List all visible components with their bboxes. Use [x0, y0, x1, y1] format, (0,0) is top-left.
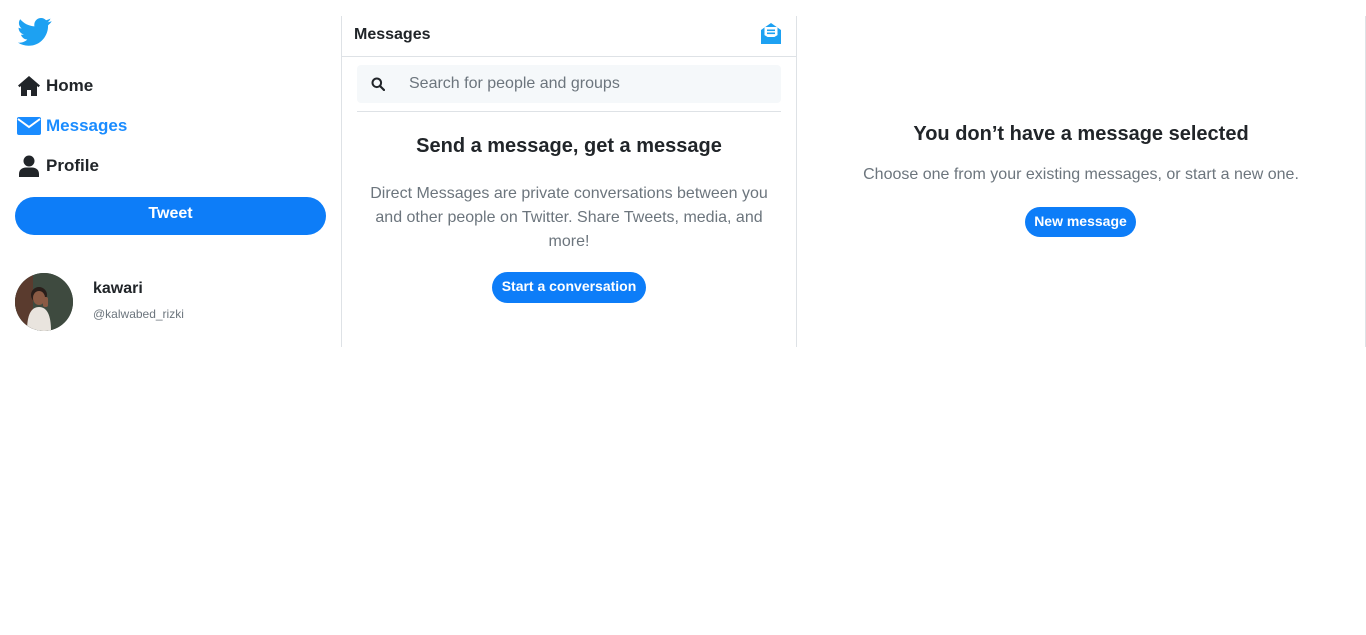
app: Home Messages Profile Tweet kawari @kalw…	[0, 0, 1366, 635]
search-icon	[371, 77, 386, 92]
messages-panel: Messages Send a message, g	[341, 16, 797, 347]
search-box[interactable]	[357, 65, 781, 103]
sidebar-item-profile[interactable]: Profile	[17, 152, 99, 180]
sidebar-item-home[interactable]: Home	[17, 72, 93, 100]
sidebar: Home Messages Profile Tweet kawari @kalw…	[0, 0, 341, 347]
avatar	[15, 273, 73, 331]
search-input[interactable]	[409, 66, 769, 102]
detail-text: Choose one from your existing messages, …	[863, 166, 1299, 183]
tweet-button[interactable]: Tweet	[15, 197, 326, 235]
user-name: kawari	[93, 280, 143, 297]
empty-state-text: Direct Messages are private conversation…	[370, 185, 768, 250]
user-handle: @kalwabed_rizki	[93, 307, 184, 321]
sidebar-item-label: Messages	[46, 116, 128, 135]
sidebar-item-label: Home	[46, 76, 94, 95]
empty-state-title: Send a message, get a message	[416, 135, 722, 157]
detail-title: You don’t have a message selected	[913, 123, 1249, 145]
messages-header: Messages	[342, 16, 796, 57]
twitter-bird-icon[interactable]	[18, 17, 52, 47]
home-icon	[17, 74, 41, 98]
envelope-icon	[17, 114, 41, 138]
new-message-button[interactable]: New message	[1025, 207, 1136, 237]
sidebar-item-label: Profile	[46, 156, 99, 175]
user-card[interactable]: kawari @kalwabed_rizki	[15, 273, 315, 333]
sidebar-item-messages[interactable]: Messages	[17, 112, 127, 140]
message-detail-panel: You don’t have a message selected Choose…	[797, 16, 1366, 347]
start-conversation-button[interactable]: Start a conversation	[492, 272, 646, 303]
divider	[357, 111, 781, 112]
page-title: Messages	[354, 26, 431, 43]
user-icon	[17, 154, 41, 178]
new-message-icon[interactable]	[759, 22, 783, 46]
